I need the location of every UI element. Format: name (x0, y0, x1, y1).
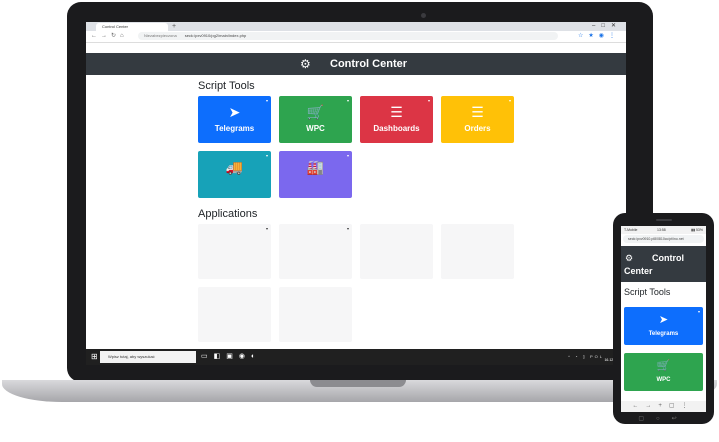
phone-status-bar: T-Mobile 13:58 ▮▮ 53% (621, 226, 706, 234)
tile-label: Telegrams (648, 331, 679, 337)
tile-caret-icon[interactable]: ▾ (347, 98, 349, 103)
phone-app-title: Control Center (624, 253, 684, 276)
laptop-notch (310, 380, 406, 387)
tool-tile-orders[interactable]: ▾ ☰ Orders (441, 96, 514, 143)
tool-tile-tile-6[interactable]: ▾ 🏭 (279, 151, 352, 198)
tool-tile-tile-5[interactable]: ▾ 🚚 (198, 151, 271, 198)
windows-start-icon[interactable]: ⊞ (91, 352, 98, 362)
browser-tab[interactable]: Control Center (96, 23, 168, 31)
tool-tile-wpc[interactable]: ▾ 🛒 WPC (279, 96, 352, 143)
window-controls[interactable]: –□✕ (592, 22, 622, 31)
tile-caret-icon[interactable]: ▾ (266, 153, 268, 158)
phone-tool-tile-wpc[interactable]: 🛒 WPC (624, 353, 703, 391)
application-tile[interactable] (360, 224, 433, 279)
battery-status: ▮▮ 53% (691, 228, 703, 232)
browser-tab-bar: Control Center + –□✕ (86, 22, 626, 31)
carrier-label: T-Mobile (624, 228, 638, 232)
shopping-cart-icon: 🛒 (656, 360, 671, 372)
list-icon: ☰ (471, 104, 484, 120)
phone-screen: T-Mobile 13:58 ▮▮ 53% seck:/pxv0910.pl8/… (621, 226, 706, 412)
browser-nav-icons[interactable]: ←→↻⌂ (91, 32, 128, 41)
phone-speaker (656, 219, 672, 221)
list-icon: ☰ (390, 104, 403, 120)
tool-tile-dashboards[interactable]: ▾ ☰ Dashboards (360, 96, 433, 143)
taskbar-app-icons[interactable]: ▭◧▣◉◐ (201, 351, 261, 363)
script-tools-heading: Script Tools (198, 80, 255, 92)
tile-caret-icon[interactable]: ▾ (266, 226, 268, 231)
laptop-screen: Control Center + –□✕ ←→↻⌂ Niezabezpieczo… (86, 22, 626, 365)
browser-toolbar-icons[interactable]: ☆★◉⋮ (578, 32, 620, 41)
factory-icon: 🏭 (306, 159, 325, 175)
app-title: Control Center (330, 58, 407, 70)
tile-label: WPC (306, 124, 325, 133)
gears-icon: ⚙ (300, 57, 311, 71)
taskbar-search-input[interactable]: Wpisz tutaj, aby wyszukać (100, 351, 196, 363)
phone-browser-nav[interactable]: ←→+▢⋮ (621, 401, 706, 412)
paper-plane-icon: ➤ (228, 104, 241, 120)
url-text: seck:/pxv0910/pg2/main/index.php (184, 33, 247, 38)
tile-caret-icon[interactable]: ▾ (347, 153, 349, 158)
application-tile[interactable] (441, 224, 514, 279)
paper-plane-icon: ➤ (658, 314, 669, 326)
applications-heading: Applications (198, 208, 258, 220)
shopping-cart-icon: 🛒 (306, 104, 325, 120)
system-tray[interactable]: ^ ◔ ▯ POL (568, 351, 604, 363)
security-label: Niezabezpieczona (144, 33, 177, 38)
laptop-camera (421, 13, 426, 18)
phone-address-bar[interactable]: seck:/pxv0910.pl8/0810cc/pt/ino.net (623, 235, 704, 243)
app-header: ⚙ Control Center (86, 53, 626, 75)
application-tile[interactable]: ▾ (279, 224, 352, 279)
phone-frame: T-Mobile 13:58 ▮▮ 53% seck:/pxv0910.pl8/… (613, 213, 714, 424)
tile-label: Dashboards (373, 124, 420, 133)
tile-caret-icon[interactable]: ▾ (266, 98, 268, 103)
browser-toolbar: ←→↻⌂ Niezabezpieczona seck:/pxv0910/pg2/m… (86, 31, 626, 43)
tile-caret-icon[interactable]: ▾ (509, 98, 511, 103)
address-bar[interactable]: Niezabezpieczona seck:/pxv0910/pg2/main/i… (138, 32, 558, 40)
application-tile[interactable] (198, 287, 271, 342)
phone-home-buttons[interactable]: ▢○↩ (613, 415, 714, 422)
application-tile[interactable]: ▾ (198, 224, 271, 279)
tile-label: WPC (656, 377, 671, 383)
phone-tool-tile-telegrams[interactable]: ▾ ➤ Telegrams (624, 307, 703, 345)
phone-app-header: ⚙ Control Center (621, 246, 706, 282)
tile-caret-icon[interactable]: ▾ (347, 226, 349, 231)
application-tile[interactable] (279, 287, 352, 342)
tool-tile-telegrams[interactable]: ▾ ➤ Telegrams (198, 96, 271, 143)
truck-icon: 🚚 (225, 159, 244, 175)
new-tab-icon[interactable]: + (172, 22, 176, 31)
phone-time: 13:58 (657, 228, 666, 232)
phone-script-tools-heading: Script Tools (624, 287, 671, 297)
tile-label: Orders (464, 124, 491, 133)
tile-caret-icon[interactable]: ▾ (698, 309, 700, 314)
tile-label: Telegrams (214, 124, 255, 133)
windows-taskbar: ⊞ Wpisz tutaj, aby wyszukać ▭◧▣◉◐ ^ ◔ ▯ … (86, 349, 626, 365)
tile-caret-icon[interactable]: ▾ (428, 98, 430, 103)
